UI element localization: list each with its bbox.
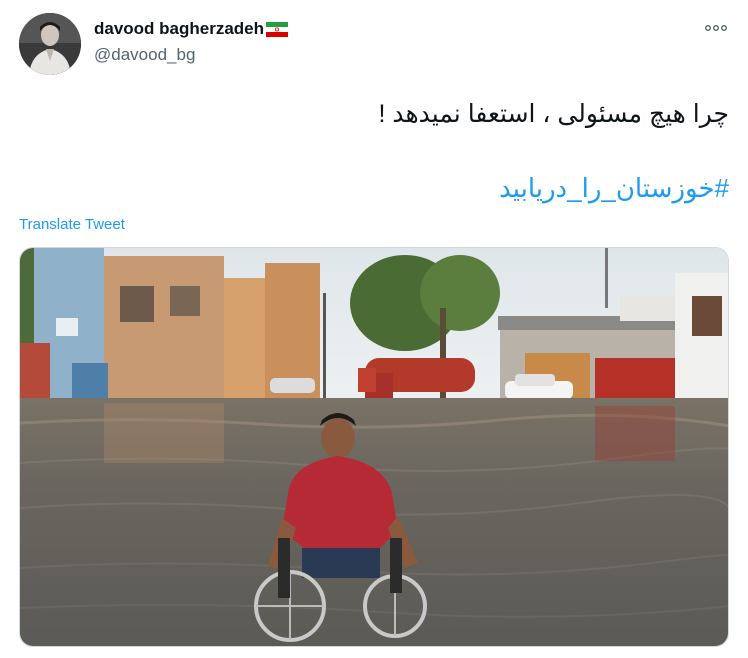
avatar-photo bbox=[19, 13, 81, 75]
more-dots-icon[interactable] bbox=[704, 17, 728, 39]
translate-tweet-link[interactable]: Translate Tweet bbox=[19, 216, 125, 233]
user-name-text: davood bagherzadeh bbox=[94, 19, 265, 38]
hashtag-link[interactable]: #خوزستان_را_دریابید bbox=[499, 173, 729, 204]
user-name[interactable]: davood bagherzadeh bbox=[94, 19, 289, 39]
avatar[interactable] bbox=[19, 13, 81, 75]
flooded-street-photo bbox=[20, 248, 728, 646]
tweet-media-photo[interactable] bbox=[19, 247, 729, 647]
tweet-text: چرا هیچ مسئولی ، استعفا نمیدهد ! bbox=[378, 100, 729, 128]
user-handle[interactable]: @davood_bg bbox=[94, 45, 195, 65]
tweet-card: davood bagherzadeh @davood_bg چرا هیچ مس… bbox=[0, 0, 748, 658]
iran-flag-icon bbox=[266, 21, 289, 37]
